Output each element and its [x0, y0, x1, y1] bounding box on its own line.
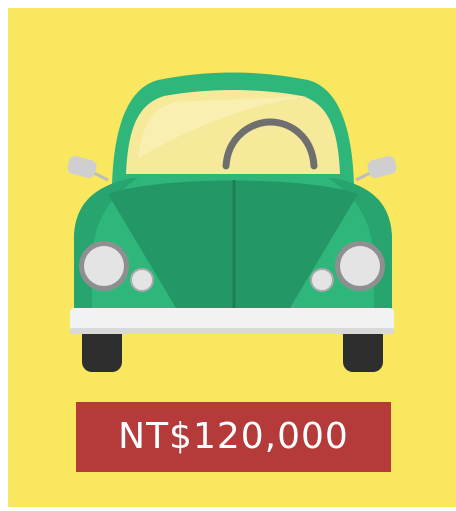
bumper-shadow [70, 328, 394, 334]
price-tag: NT$120,000 [76, 402, 391, 472]
right-fog-light [310, 268, 334, 292]
price-label: NT$120,000 [118, 416, 349, 457]
left-fog-light [130, 268, 154, 292]
left-mirror [67, 156, 109, 182]
car-price-card: NT$120,000 [8, 8, 456, 507]
right-mirror [355, 156, 397, 182]
left-headlight [79, 241, 129, 291]
right-headlight [335, 241, 385, 291]
